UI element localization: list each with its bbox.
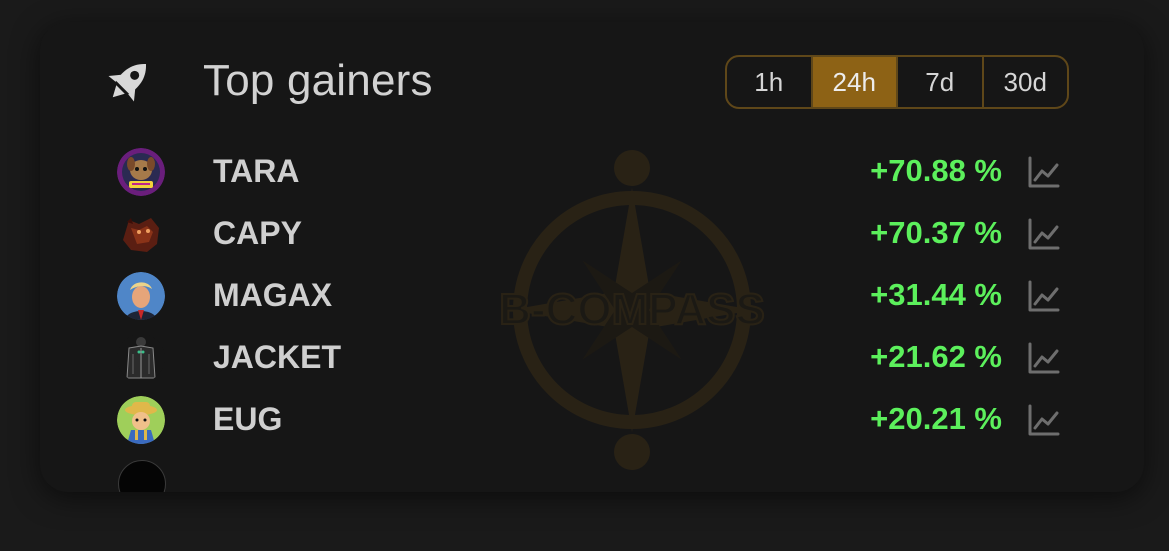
ticker-symbol: MAGAX [213, 277, 333, 313]
ticker-symbol: EUG [213, 401, 283, 437]
eug-avatar [117, 396, 165, 444]
price-change: +70.37 % [870, 215, 1002, 250]
page-title: Top gainers [203, 56, 433, 105]
chart-icon[interactable] [1026, 402, 1062, 438]
jacket-avatar [117, 334, 165, 382]
chart-icon[interactable] [1026, 154, 1062, 190]
capy-avatar [123, 218, 159, 252]
tab-1h[interactable]: 1h [727, 57, 811, 107]
chart-icon[interactable] [1026, 216, 1062, 252]
top-gainers-card: B-COMPASS Top gainers 1h 24h 7d 30d TARA… [40, 22, 1144, 492]
price-change: +20.21 % [870, 401, 1002, 436]
price-change: +21.62 % [870, 339, 1002, 374]
timeframe-tabs: 1h 24h 7d 30d [725, 55, 1069, 109]
magax-avatar [117, 272, 165, 320]
tab-30d[interactable]: 30d [981, 57, 1068, 107]
tab-24h[interactable]: 24h [810, 57, 896, 107]
tab-7d[interactable]: 7d [896, 57, 982, 107]
ticker-symbol: TARA [213, 153, 300, 189]
price-change: +70.88 % [870, 153, 1002, 188]
list-item[interactable]: EUG +20.21 % [40, 388, 1144, 450]
list-item[interactable]: JACKET +21.62 % [40, 326, 1144, 388]
chart-icon[interactable] [1026, 340, 1062, 376]
ticker-symbol: JACKET [213, 339, 342, 375]
rocket-icon [108, 64, 146, 102]
list-item[interactable]: TARA +70.88 % [40, 140, 1144, 202]
price-change: +31.44 % [870, 277, 1002, 312]
tara-avatar [117, 148, 165, 196]
list-item[interactable]: MAGAX +31.44 % [40, 264, 1144, 326]
chart-icon[interactable] [1026, 278, 1062, 314]
list-item[interactable]: CAPY +70.37 % [40, 202, 1144, 264]
ticker-symbol: CAPY [213, 215, 302, 251]
avatar [118, 460, 166, 492]
